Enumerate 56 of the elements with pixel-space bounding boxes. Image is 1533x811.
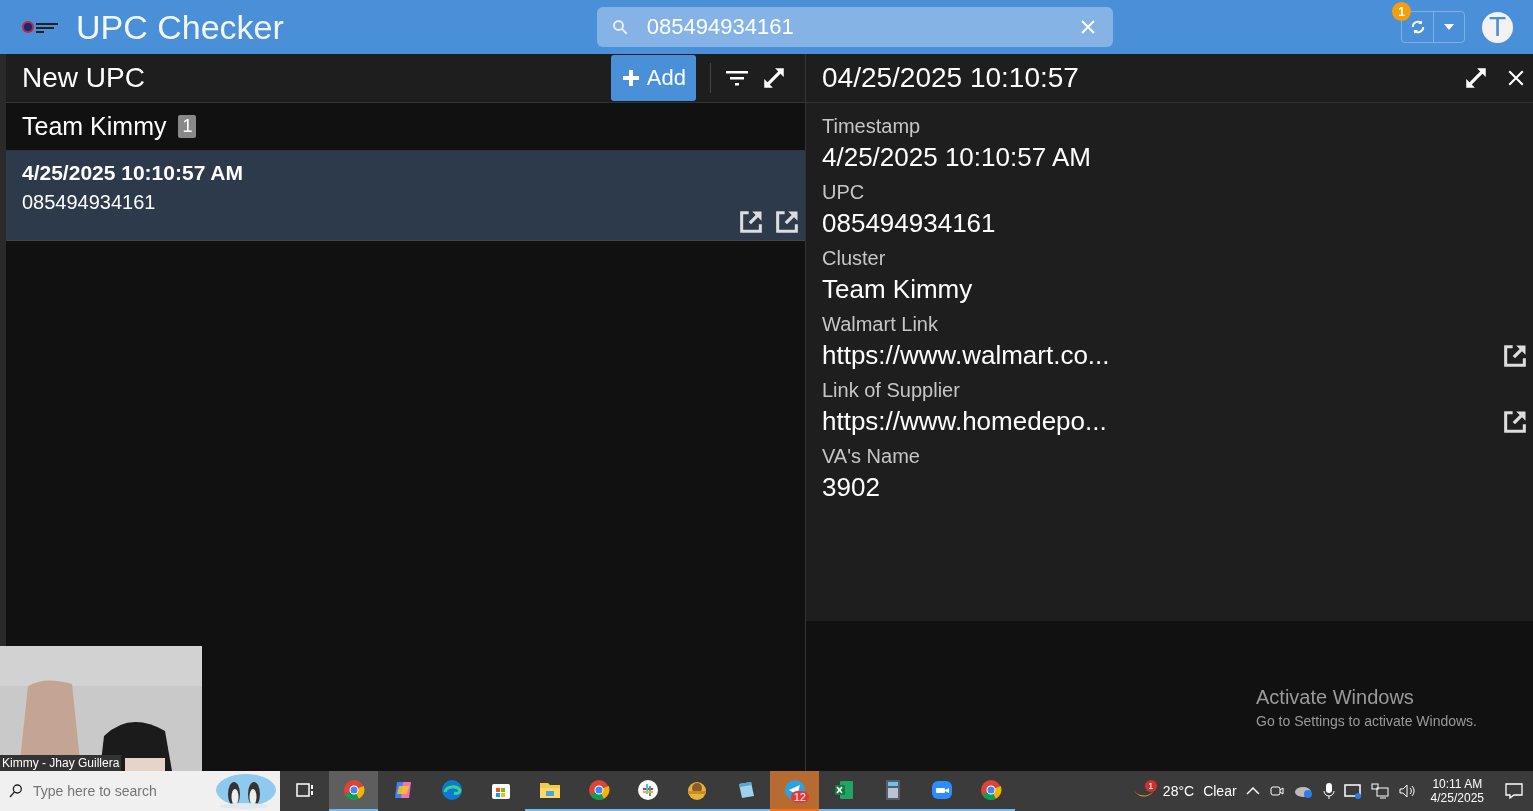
field-value: 4/25/2025 10:10:57 AM [822, 142, 1092, 173]
field-label: VA's Name [822, 445, 921, 468]
taskbar-app-button[interactable]: 12 [770, 771, 819, 811]
expand-button[interactable] [761, 65, 787, 91]
unread-badge: 12 [790, 791, 809, 803]
browser-icon [439, 778, 464, 802]
panel-title: New UPC [22, 62, 145, 94]
count-badge: 1 [178, 115, 197, 138]
field-link[interactable]: https://www.homedepo... [822, 406, 1107, 436]
filter-icon [725, 68, 749, 88]
chevron-up-icon[interactable] [1245, 786, 1260, 796]
volume-icon[interactable] [1397, 783, 1416, 799]
display-icon[interactable] [1343, 783, 1362, 799]
field-value: Team Kimmy [822, 274, 974, 305]
activation-title: Activate Windows [1256, 686, 1415, 709]
microphone-icon[interactable] [1322, 782, 1335, 800]
clock-date[interactable]: 4/25/2025 [1430, 791, 1484, 805]
field-label: Cluster [822, 247, 887, 270]
search-icon [8, 783, 24, 799]
video-call-icon [929, 778, 954, 802]
field-value: 085494934161 [822, 208, 997, 239]
detail-title: 04/25/2025 10:10:57 [822, 62, 1080, 94]
notification-badge: 1 [1392, 2, 1411, 21]
app-title: UPC Checker [76, 7, 284, 47]
field-label: Walmart Link [822, 313, 939, 336]
weather-condition: Clear [1203, 783, 1237, 799]
browser-icon [978, 778, 1003, 802]
field-label: Timestamp [822, 115, 922, 138]
list-item[interactable]: 4/25/2025 10:10:57 AM 085494934161 [6, 151, 805, 241]
item-upc: 085494934161 [22, 191, 157, 214]
group-name: Team Kimmy [22, 112, 167, 141]
plus-icon [620, 68, 641, 88]
network-icon[interactable] [1370, 783, 1389, 799]
field-value: 3902 [822, 472, 881, 503]
browser-icon [341, 778, 366, 802]
external-link-icon[interactable] [773, 208, 801, 236]
video-caption: Kimmy - Jhay Guillera [0, 755, 122, 771]
browser-icon [586, 778, 611, 802]
clock-time[interactable]: 10:11 AM [1432, 777, 1483, 791]
app-icon [635, 778, 660, 802]
camera-icon[interactable] [1268, 783, 1285, 799]
field-label: UPC [822, 181, 866, 204]
temperature: 28°C [1162, 783, 1195, 799]
item-timestamp: 4/25/2025 10:10:57 AM [22, 161, 245, 185]
notification-icon[interactable] [1505, 782, 1523, 800]
search-icon [610, 18, 629, 36]
expand-icon[interactable] [1463, 65, 1489, 91]
external-link-icon[interactable] [737, 208, 765, 236]
weather-badge: 1 [1144, 780, 1157, 792]
field-link[interactable]: https://www.walmart.co... [822, 340, 1110, 370]
caret-icon [1444, 24, 1454, 30]
expand-icon [761, 65, 787, 91]
close-icon[interactable] [1507, 69, 1525, 87]
field-label: Link of Supplier [822, 379, 961, 402]
filter-button[interactable] [725, 68, 749, 88]
activation-message: Go to Settings to activate Windows. [1256, 713, 1477, 729]
